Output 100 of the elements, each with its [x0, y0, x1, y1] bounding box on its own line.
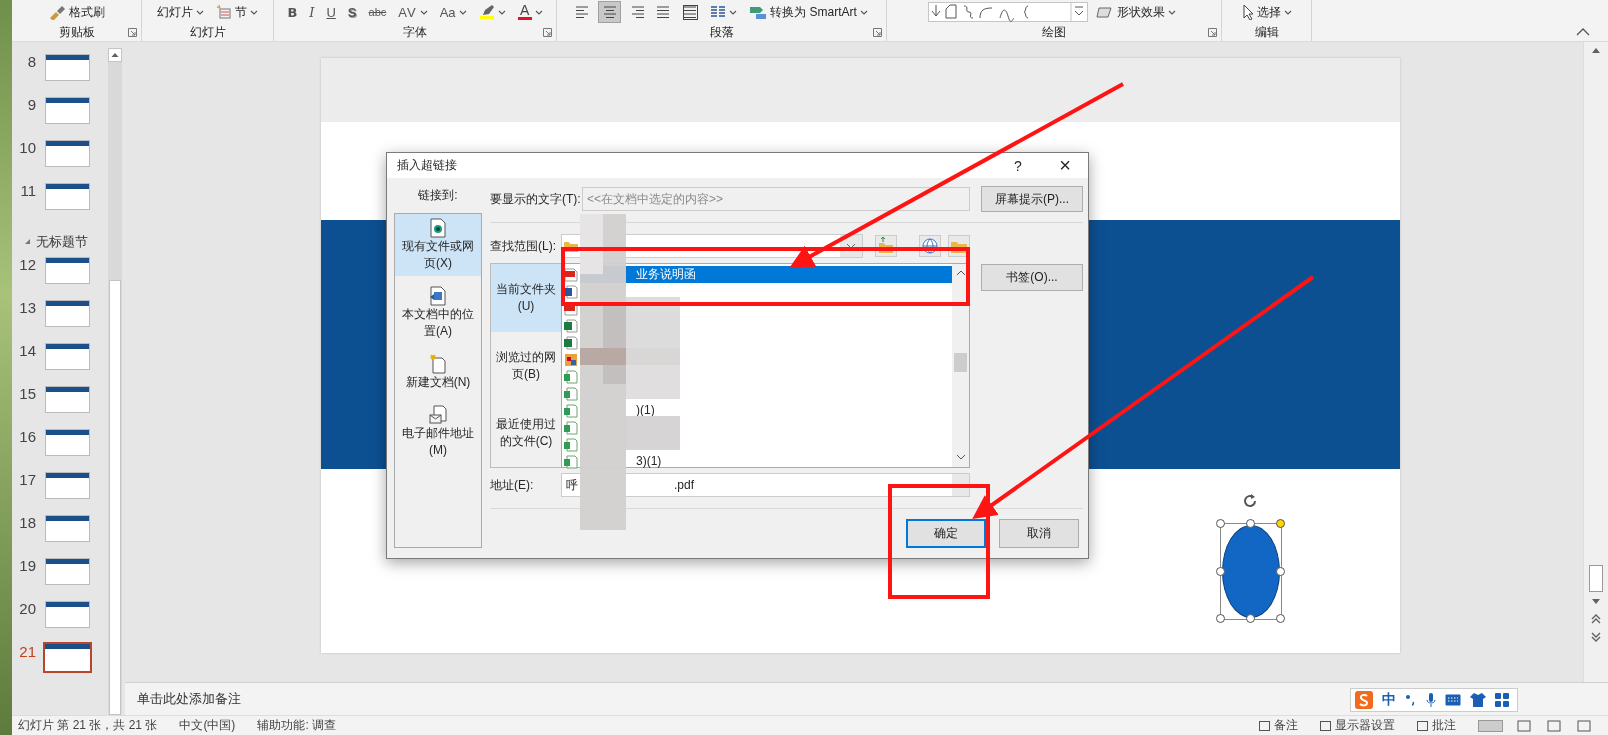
keyboard-icon[interactable]: [1445, 694, 1461, 706]
help-button[interactable]: ?: [1004, 157, 1032, 174]
slide-number: 14: [18, 342, 36, 359]
slide-number: 9: [26, 96, 36, 113]
collapse-triangle-icon[interactable]: [24, 238, 31, 245]
browse-tab[interactable]: 当前文件夹(U): [491, 264, 561, 332]
scrollbar[interactable]: [108, 48, 122, 715]
link-type-item[interactable]: 现有文件或网页(X): [395, 214, 481, 276]
slide-thumbnail[interactable]: [45, 183, 90, 210]
scroll-down-icon[interactable]: [1591, 598, 1601, 606]
punctuation-icon[interactable]: [1405, 694, 1417, 706]
scroll-thumb[interactable]: [1589, 565, 1603, 592]
caret-icon: [497, 9, 506, 15]
slide-thumbnail[interactable]: [45, 601, 90, 628]
section-title[interactable]: 无标题节: [36, 232, 88, 251]
link-to-label: 链接到:: [418, 187, 458, 204]
scroll-thumb[interactable]: [109, 280, 121, 715]
next-slide-icon[interactable]: [1591, 632, 1601, 642]
group-label: 幻灯片: [189, 24, 226, 41]
link-type-item[interactable]: 本文档中的位置(A): [395, 282, 481, 344]
ribbon-button[interactable]: 幻灯片: [153, 1, 208, 23]
ribbon-button[interactable]: 节: [212, 1, 262, 23]
field-label: 要显示的文字(T):: [490, 190, 582, 208]
status-item-icon: [1417, 720, 1428, 731]
resize-handle[interactable]: [1216, 567, 1225, 576]
format-button[interactable]: abc: [364, 1, 391, 23]
scroll-down-icon[interactable]: [955, 453, 966, 461]
grid-menu-icon[interactable]: [1495, 693, 1509, 707]
slide-thumbnail[interactable]: [45, 343, 90, 370]
section-icon: [216, 4, 232, 20]
align-button[interactable]: [598, 1, 622, 23]
bookmark-button[interactable]: 书签(O)...: [981, 264, 1083, 291]
format-button[interactable]: B: [283, 1, 302, 23]
ribbon-button[interactable]: 格式刷: [44, 1, 109, 23]
format-button[interactable]: AV: [394, 1, 432, 23]
scroll-up-icon[interactable]: [955, 269, 966, 277]
resize-handle[interactable]: [1216, 614, 1225, 623]
close-button[interactable]: ×: [1048, 154, 1082, 177]
scroll-up-icon[interactable]: [108, 48, 122, 62]
status-button[interactable]: 批注: [1432, 717, 1456, 734]
word-file-icon: [564, 284, 578, 299]
scroll-up-icon[interactable]: [1591, 46, 1601, 54]
spreadsheet-file-icon: [564, 369, 578, 384]
rotate-handle-icon[interactable]: [1242, 493, 1258, 509]
web-file-icon: [429, 218, 447, 238]
notes-placeholder[interactable]: 单击此处添加备注: [137, 690, 241, 708]
shapes-gallery[interactable]: [928, 2, 1088, 22]
slide-thumbnail[interactable]: [45, 140, 90, 167]
slide-thumbnail[interactable]: [45, 429, 90, 456]
resize-handle[interactable]: [1276, 567, 1285, 576]
format-button[interactable]: U: [322, 1, 340, 23]
collapse-ribbon-icon[interactable]: [1576, 28, 1590, 36]
file-row[interactable]: 3)(1): [562, 453, 952, 470]
status-button[interactable]: 备注: [1274, 717, 1298, 734]
color-button[interactable]: A: [513, 1, 547, 23]
group-label: 段落: [709, 24, 734, 41]
align-icon: [656, 4, 672, 20]
dialog-launcher-icon[interactable]: [1208, 28, 1217, 37]
dialog-launcher-icon[interactable]: [543, 28, 552, 37]
resize-handle[interactable]: [1246, 519, 1255, 528]
link-type-item[interactable]: 电子邮件地址(M): [395, 401, 481, 463]
browse-tab[interactable]: 最近使用过的文件(C): [491, 399, 561, 467]
resize-handle[interactable]: [1276, 614, 1285, 623]
format-button[interactable]: I: [305, 1, 319, 23]
browse-tab[interactable]: 浏览过的网页(B): [491, 331, 561, 400]
vertical-scrollbar[interactable]: [1583, 42, 1608, 683]
slide-thumbnail[interactable]: [45, 97, 90, 124]
caret-icon: [419, 9, 428, 15]
status-text[interactable]: 辅助功能: 调查: [257, 717, 337, 734]
link-type-item[interactable]: 新建文档(N): [395, 350, 481, 395]
slide-thumbnail[interactable]: [45, 257, 90, 284]
dialog-button[interactable]: 确定: [906, 519, 986, 548]
resize-handle[interactable]: [1246, 614, 1255, 623]
slide-thumbnail[interactable]: [45, 558, 90, 585]
status-button[interactable]: 显示器设置: [1335, 717, 1395, 734]
previous-slide-icon[interactable]: [1591, 614, 1601, 624]
slide-thumbnail[interactable]: [45, 386, 90, 413]
slide-thumbnail[interactable]: [45, 472, 90, 499]
resize-handle[interactable]: [1216, 519, 1225, 528]
shirt-icon[interactable]: [1470, 693, 1486, 707]
status-text[interactable]: 幻灯片 第 21 张，共 21 张: [18, 717, 158, 734]
scroll-thumb[interactable]: [954, 353, 967, 372]
ribbon-button[interactable]: 选择: [1237, 1, 1296, 23]
dialog-launcher-icon[interactable]: [128, 28, 137, 37]
format-button[interactable]: S: [343, 1, 361, 23]
status-text[interactable]: 中文(中国): [179, 717, 236, 734]
input-mode-indicator[interactable]: 中: [1382, 691, 1396, 709]
slide-thumbnail[interactable]: [45, 515, 90, 542]
ribbon-button[interactable]: 转换为 SmartArt: [745, 1, 872, 23]
slide-thumbnail[interactable]: [45, 54, 90, 81]
list-scrollbar[interactable]: [952, 264, 969, 467]
dialog-button[interactable]: 取消: [999, 519, 1079, 548]
slide-thumbnail[interactable]: [45, 300, 90, 327]
screen-tip-button[interactable]: 屏幕提示(P)...: [981, 186, 1083, 212]
slide-thumbnail[interactable]: [43, 642, 92, 673]
microphone-icon[interactable]: [1426, 693, 1436, 707]
adjust-handle[interactable]: [1276, 519, 1285, 528]
format-button[interactable]: Aa: [435, 1, 471, 23]
dialog-launcher-icon[interactable]: [873, 28, 882, 37]
ribbon-button[interactable]: 形状效果: [1092, 1, 1180, 23]
